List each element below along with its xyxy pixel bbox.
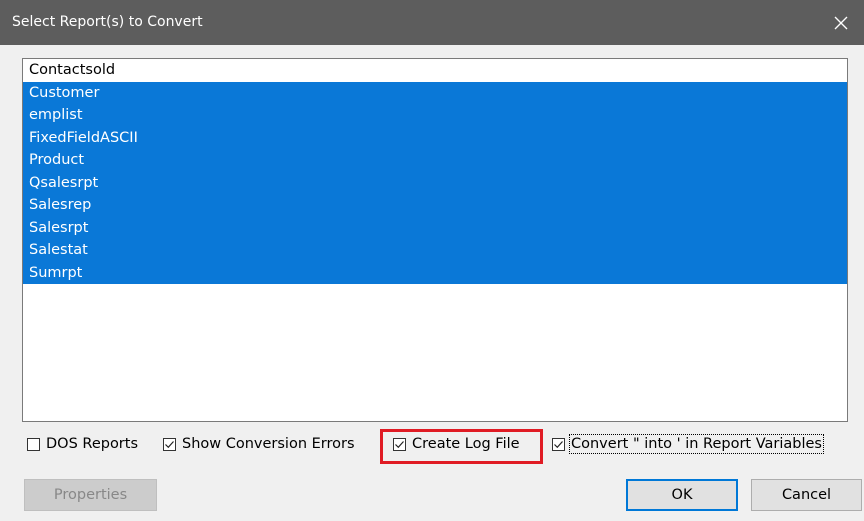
- list-item[interactable]: emplist: [23, 104, 847, 127]
- checkmark-icon[interactable]: [163, 437, 176, 451]
- list-item[interactable]: Customer: [23, 81, 847, 104]
- convert-quotes-label: Convert " into ' in Report Variables: [569, 434, 824, 454]
- list-item[interactable]: Qsalesrpt: [23, 171, 847, 194]
- list-item[interactable]: Sumrpt: [23, 261, 847, 284]
- list-item[interactable]: FixedFieldASCII: [23, 126, 847, 149]
- dos-reports-checkbox[interactable]: DOS Reports: [27, 430, 138, 458]
- list-item[interactable]: Salesrep: [23, 194, 847, 217]
- show-conversion-errors-label: Show Conversion Errors: [182, 436, 355, 452]
- report-list[interactable]: Contactsold Customer emplist FixedFieldA…: [22, 58, 848, 422]
- close-icon[interactable]: [818, 0, 864, 45]
- convert-quotes-checkbox[interactable]: Convert " into ' in Report Variables: [552, 430, 824, 458]
- highlight-box: [380, 429, 543, 464]
- list-item[interactable]: Salesrpt: [23, 216, 847, 239]
- list-item[interactable]: Product: [23, 149, 847, 172]
- title-bar: Select Report(s) to Convert: [0, 0, 864, 45]
- ok-button[interactable]: OK: [626, 479, 738, 511]
- cancel-button[interactable]: Cancel: [751, 479, 862, 511]
- checkbox-unchecked-icon[interactable]: [27, 437, 40, 451]
- dialog-window: Select Report(s) to Convert Contactsold …: [0, 0, 864, 521]
- list-item[interactable]: Contactsold: [23, 59, 847, 82]
- dialog-title: Select Report(s) to Convert: [12, 14, 203, 30]
- properties-button[interactable]: Properties: [24, 479, 157, 511]
- list-item[interactable]: Salestat: [23, 239, 847, 262]
- checkmark-icon[interactable]: [552, 437, 565, 451]
- dos-reports-label: DOS Reports: [46, 436, 139, 452]
- show-conversion-errors-checkbox[interactable]: Show Conversion Errors: [163, 430, 355, 458]
